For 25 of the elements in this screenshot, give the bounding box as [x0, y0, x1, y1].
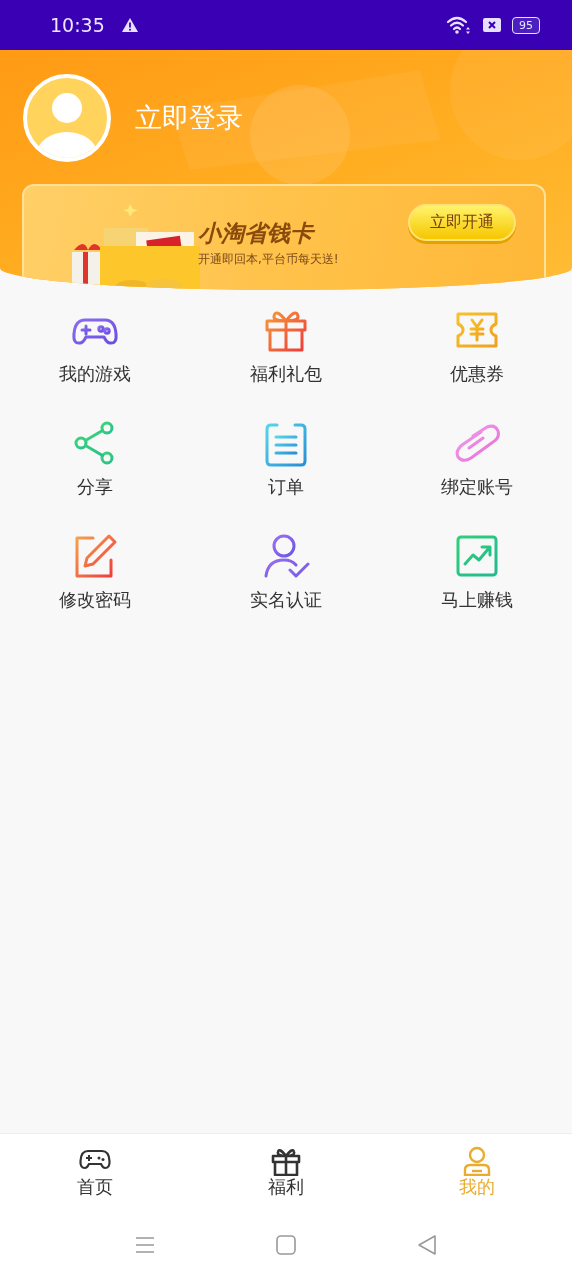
- nav-tab[interactable]: 福利: [226, 1134, 346, 1210]
- menu-item[interactable]: 马上赚钱: [381, 530, 572, 643]
- menu-item[interactable]: 分享: [0, 417, 191, 530]
- menu-item[interactable]: 修改密码: [0, 530, 191, 643]
- menu-item[interactable]: 我的游戏: [0, 304, 191, 417]
- menu-item[interactable]: 绑定账号: [381, 417, 572, 530]
- back-icon[interactable]: [415, 1233, 439, 1257]
- menu-item[interactable]: 订单: [190, 417, 382, 530]
- promo-banner[interactable]: 小淘省钱卡 开通即回本,平台币每天送! 立即开通: [22, 184, 546, 290]
- sim-off-icon: [482, 17, 502, 33]
- menu-item[interactable]: 优惠券: [381, 304, 572, 417]
- wifi-icon: [446, 15, 472, 35]
- home-icon[interactable]: [274, 1233, 298, 1257]
- banner-subtitle: 开通即回本,平台币每天送!: [198, 251, 339, 268]
- activate-button[interactable]: 立即开通: [408, 204, 516, 241]
- warning-icon: [120, 17, 139, 33]
- battery-level: 95: [519, 19, 533, 31]
- gift-icon: [270, 1146, 302, 1176]
- avatar-icon[interactable]: [23, 74, 111, 162]
- banner-title: 小淘省钱卡: [198, 219, 316, 248]
- menu-item[interactable]: 福利礼包: [190, 304, 382, 417]
- menu-item[interactable]: 实名认证: [190, 530, 382, 643]
- clock-time: 10:35: [50, 14, 105, 36]
- nav-tab[interactable]: 首页: [35, 1134, 156, 1210]
- user-check-icon: [262, 532, 310, 580]
